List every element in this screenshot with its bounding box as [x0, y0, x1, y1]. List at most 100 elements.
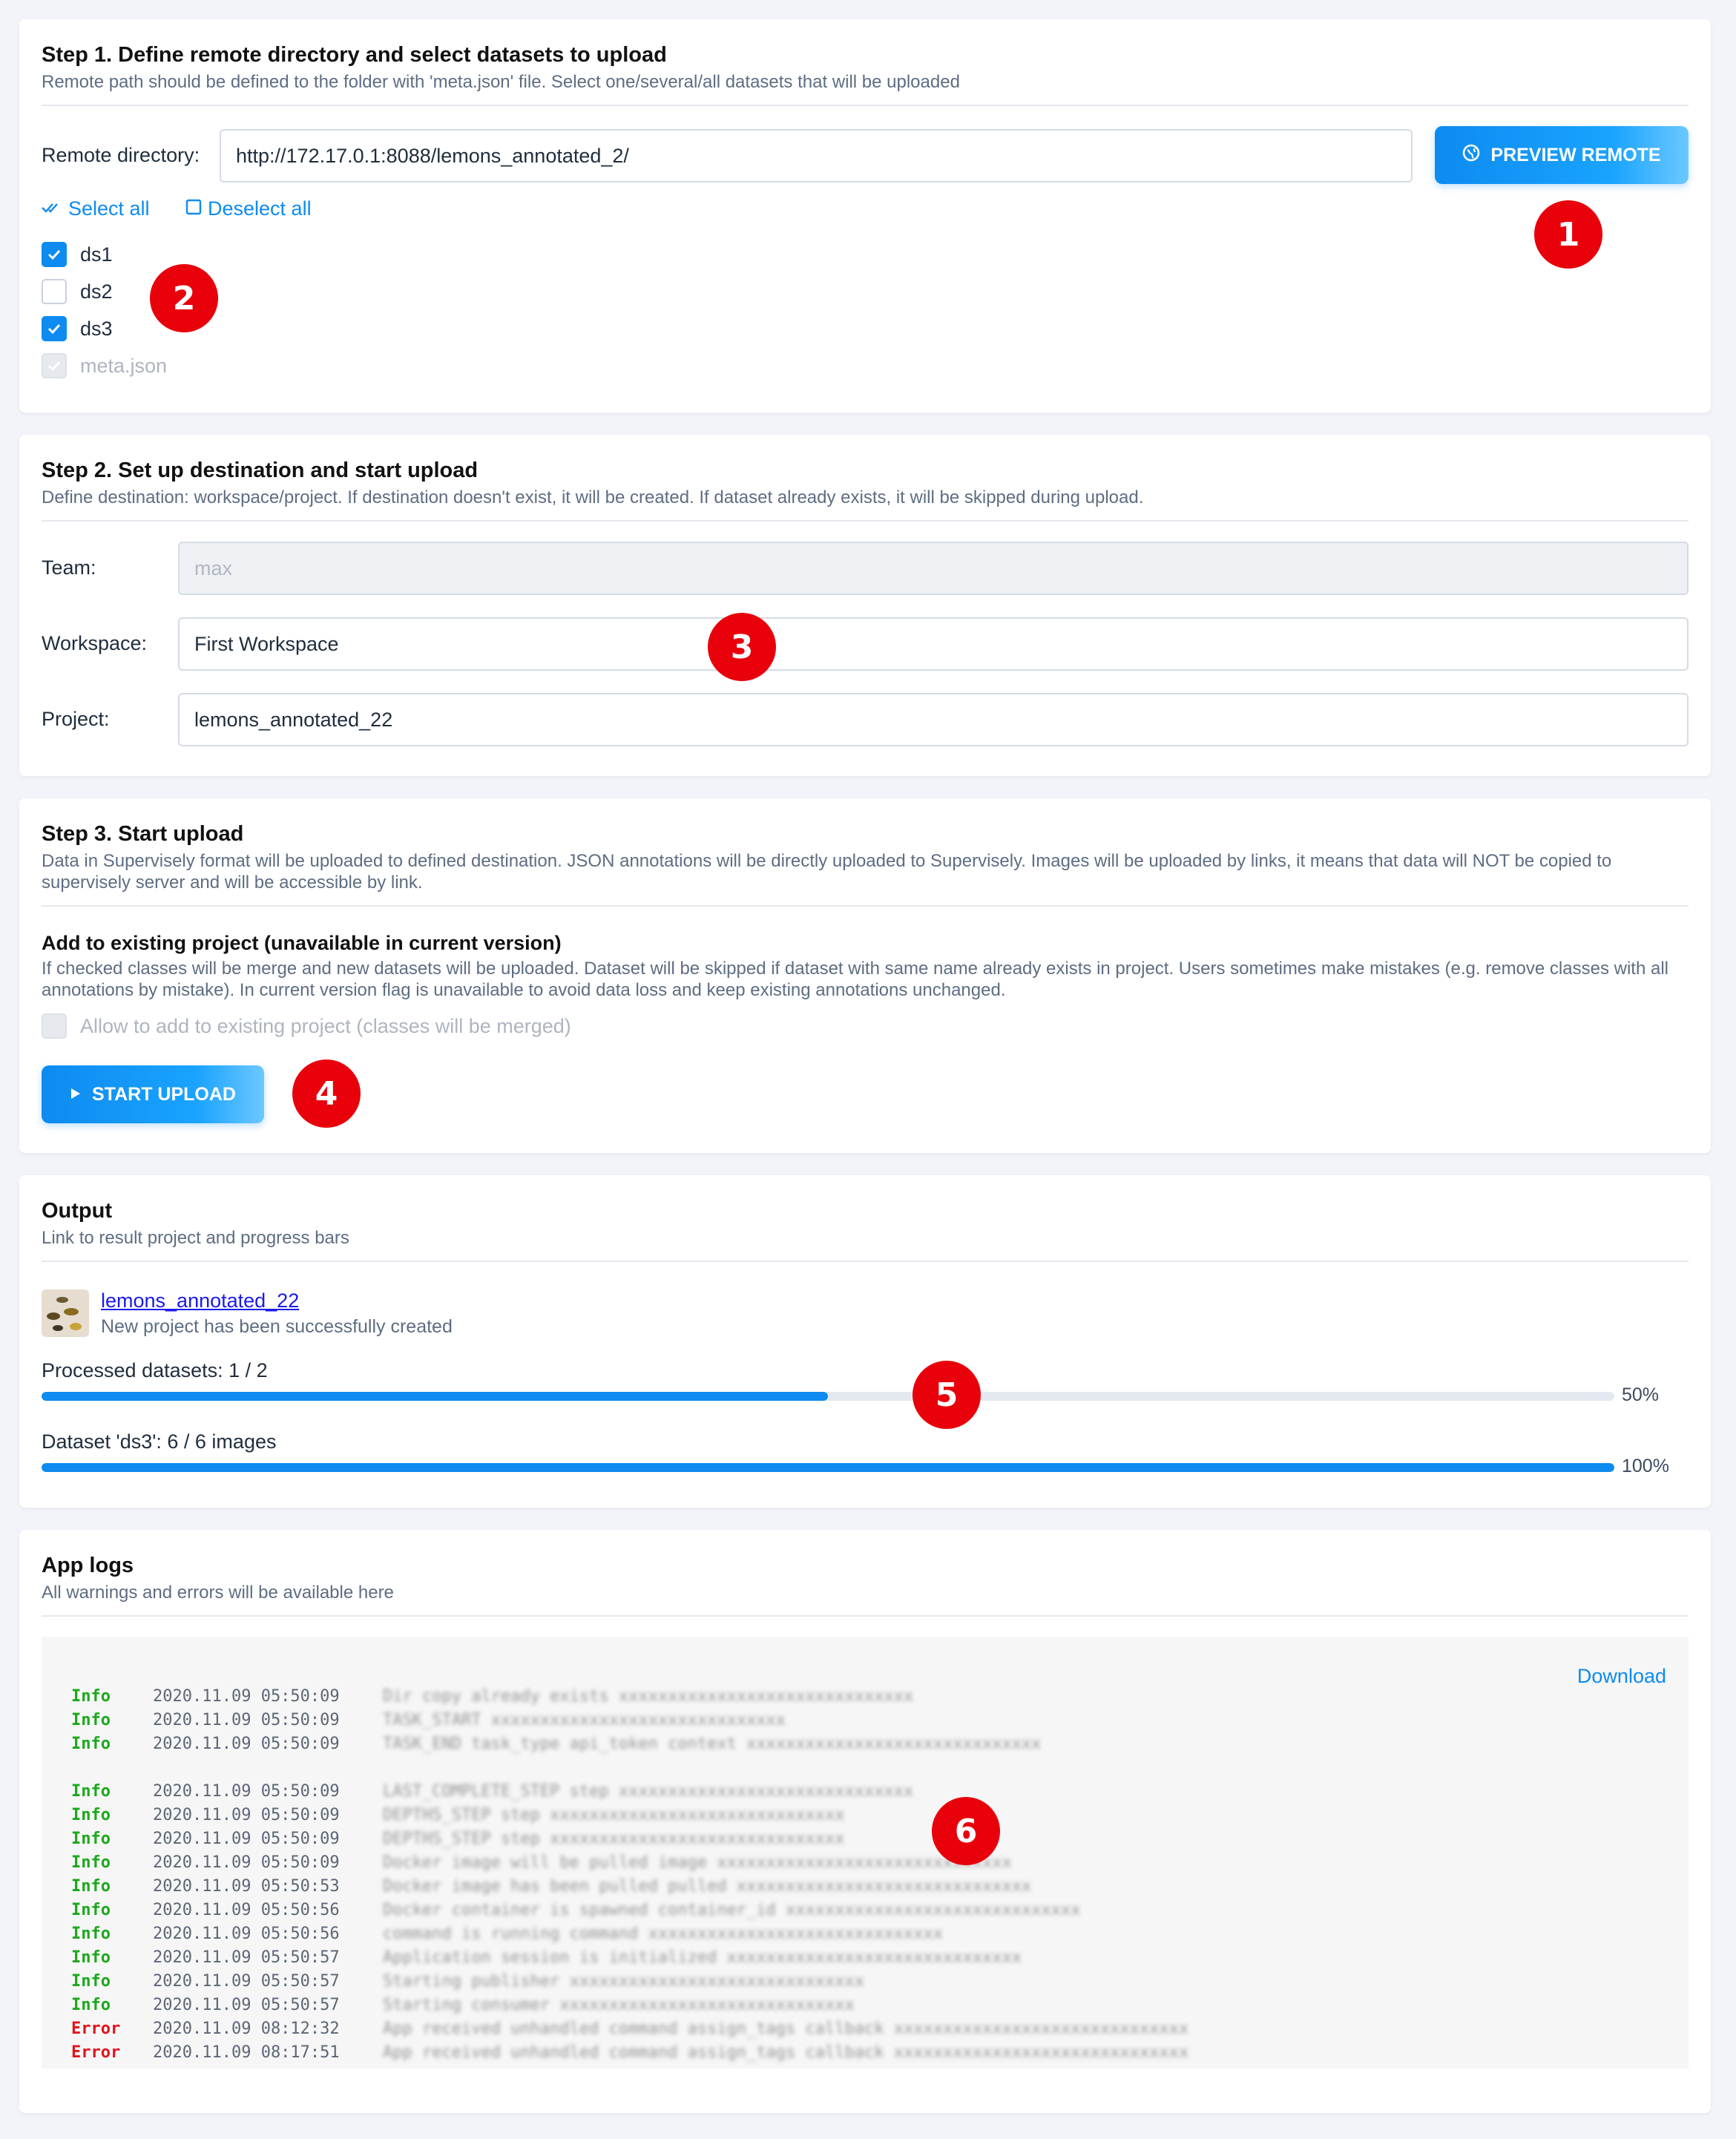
log-level: Info: [71, 1735, 111, 1753]
step2-title: Step 2. Set up destination and start upl…: [42, 459, 479, 482]
project-label: Project:: [42, 708, 110, 730]
log-level: Error: [71, 2020, 121, 2038]
log-message-blurred: DEPTHS_STEP step xxxxxxxxxxxxxxxxxxxxxxx…: [383, 1806, 845, 1824]
log-message-blurred: LAST_COMPLETE_STEP step xxxxxxxxxxxxxxxx…: [383, 1782, 914, 1801]
log-timestamp: 2020.11.09 05:50:57: [153, 1996, 340, 2014]
logs-card: App logs All warnings and errors will be…: [19, 1530, 1711, 2113]
log-message-blurred: App received unhandled command assign_ta…: [383, 2020, 1189, 2038]
preview-remote-button[interactable]: PREVIEW REMOTE: [1435, 126, 1689, 184]
log-level: Info: [71, 1972, 111, 1991]
log-message-blurred: DEPTHS_STEP step xxxxxxxxxxxxxxxxxxxxxxx…: [383, 1830, 845, 1848]
log-line: Info 2020.11.09 05:50:56 command is runnin…: [71, 1925, 943, 1943]
log-timestamp: 2020.11.09 08:17:51: [153, 2043, 340, 2062]
log-level: Info: [71, 1948, 111, 1967]
remote-directory-label: Remote directory:: [42, 144, 200, 166]
log-timestamp: 2020.11.09 05:50:09: [153, 1830, 340, 1848]
step3-title: Step 3. Start upload: [42, 822, 244, 846]
download-link[interactable]: Download: [1577, 1665, 1666, 1688]
workspace-label: Workspace:: [42, 632, 148, 654]
dataset-ds3[interactable]: ds3: [42, 316, 113, 341]
check-icon: [47, 323, 61, 335]
log-message-blurred: Dir copy already exists xxxxxxxxxxxxxxxx…: [383, 1687, 914, 1706]
log-line: Info 2020.11.09 05:50:57 Starting consumer…: [71, 1996, 855, 2014]
output-card: Output Link to result project and progre…: [19, 1175, 1711, 1508]
log-panel[interactable]: Download Info 2020.11.09 05:50:09 Dir copy…: [42, 1637, 1689, 2069]
log-level: Info: [71, 1925, 111, 1943]
allow-add-existing-checkbox: [42, 1013, 67, 1039]
workspace-input[interactable]: First Workspace: [178, 617, 1689, 671]
output-title: Output: [42, 1199, 113, 1223]
add-existing-description: If checked classes will be merge and new…: [42, 959, 1668, 1000]
double-check-icon: [42, 197, 62, 220]
log-message-blurred: command is running command xxxxxxxxxxxxx…: [383, 1925, 943, 1943]
log-message-blurred: App received unhandled command assign_ta…: [383, 2043, 1189, 2062]
dataset-label: meta.json: [80, 354, 168, 377]
log-line: Info 2020.11.09 05:50:09 Docker image will…: [71, 1853, 1012, 1872]
log-level: Info: [71, 1830, 111, 1848]
checkbox-ds1[interactable]: [42, 242, 67, 267]
allow-add-existing-checkbox-row: Allow to add to existing project (classe…: [42, 1013, 571, 1039]
log-level: Info: [71, 1877, 111, 1896]
logs-title: App logs: [42, 1554, 134, 1577]
start-upload-button[interactable]: START UPLOAD: [42, 1065, 264, 1123]
log-level: Error: [71, 2043, 121, 2062]
annotation-badge-2: 2: [150, 264, 218, 332]
dataset-label: ds3: [80, 317, 113, 340]
log-timestamp: 2020.11.09 05:50:09: [153, 1711, 340, 1729]
log-line: Info 2020.11.09 05:50:57 Starting publishe…: [71, 1972, 864, 1991]
log-line: Error 2020.11.09 08:12:32 App received unh…: [71, 2020, 1188, 2038]
log-line: Info 2020.11.09 05:50:56 Docker container …: [71, 1901, 1080, 1919]
project-thumbnail: [42, 1289, 89, 1337]
dataset-label: ds2: [80, 280, 113, 303]
progress1-label: Processed datasets: 1 / 2: [42, 1359, 268, 1381]
project-link[interactable]: lemons_annotated_22: [101, 1289, 299, 1312]
progress2-fill: [42, 1463, 1614, 1472]
project-status: New project has been successfully create…: [101, 1316, 453, 1337]
deselect-all-label: Deselect all: [208, 197, 312, 220]
log-line: Info 2020.11.09 05:50:09 DEPTHS_STEP step …: [71, 1830, 845, 1848]
progress2-label: Dataset 'ds3': 6 / 6 images: [42, 1430, 277, 1453]
log-line: Info 2020.11.09 05:50:53 Docker image has …: [71, 1877, 1031, 1896]
dataset-ds2[interactable]: ds2: [42, 279, 113, 304]
deselect-all-link[interactable]: Deselect all: [185, 197, 312, 220]
step2-card: Step 2. Set up destination and start upl…: [19, 435, 1711, 776]
log-message-blurred: Docker image has been pulled pulled xxxx…: [383, 1877, 1032, 1896]
team-input: max: [178, 542, 1689, 595]
log-level: Info: [71, 1901, 111, 1919]
checkbox-ds3[interactable]: [42, 316, 67, 341]
allow-add-existing-label: Allow to add to existing project (classe…: [80, 1014, 571, 1037]
log-message-blurred: Application session is initialized xxxxx…: [383, 1948, 1022, 1967]
remote-directory-input[interactable]: http://172.17.0.1:8088/lemons_annotated_…: [220, 129, 1413, 183]
dataset-ds1[interactable]: ds1: [42, 242, 113, 267]
log-level: Info: [71, 1853, 111, 1872]
output-description: Link to result project and progress bars: [42, 1228, 349, 1248]
step1-card: Step 1. Define remote directory and sele…: [19, 19, 1711, 413]
progress1-fill: [42, 1392, 828, 1401]
log-level: Info: [71, 1711, 111, 1729]
progress2-bar: [42, 1463, 1614, 1472]
log-message-blurred: Docker container is spawned container_id…: [383, 1901, 1081, 1919]
preview-remote-label: PREVIEW REMOTE: [1490, 144, 1661, 165]
select-all-link[interactable]: Select all: [42, 197, 150, 220]
log-line: Info 2020.11.09 05:50:09 Dir copy already …: [71, 1687, 913, 1706]
divider: [42, 1615, 1689, 1617]
log-timestamp: 2020.11.09 05:50:57: [153, 1972, 340, 1991]
progress1-percent: 50%: [1622, 1384, 1660, 1405]
checkbox-meta-json: [42, 353, 67, 378]
annotation-badge-1: 1: [1534, 200, 1602, 269]
log-timestamp: 2020.11.09 05:50:09: [153, 1687, 340, 1706]
team-label: Team:: [42, 556, 96, 579]
step3-description: Data in Supervisely format will be uploa…: [42, 851, 1612, 893]
log-line: Info 2020.11.09 05:50:09 DEPTHS_STEP step …: [71, 1806, 845, 1824]
annotation-badge-4: 4: [292, 1059, 361, 1128]
log-line: Info 2020.11.09 05:50:09 LAST_COMPLETE_STE…: [71, 1782, 913, 1801]
log-timestamp: 2020.11.09 05:50:09: [153, 1735, 340, 1753]
log-timestamp: 2020.11.09 05:50:57: [153, 1948, 340, 1967]
project-input[interactable]: lemons_annotated_22: [178, 693, 1689, 746]
log-timestamp: 2020.11.09 05:50:09: [153, 1853, 340, 1872]
annotation-badge-6: 6: [932, 1797, 1000, 1865]
log-level: Info: [71, 1996, 111, 2014]
checkbox-ds2[interactable]: [42, 279, 67, 304]
log-message-blurred: Docker image will be pulled image xxxxxx…: [383, 1853, 1012, 1872]
select-all-label: Select all: [68, 197, 150, 220]
